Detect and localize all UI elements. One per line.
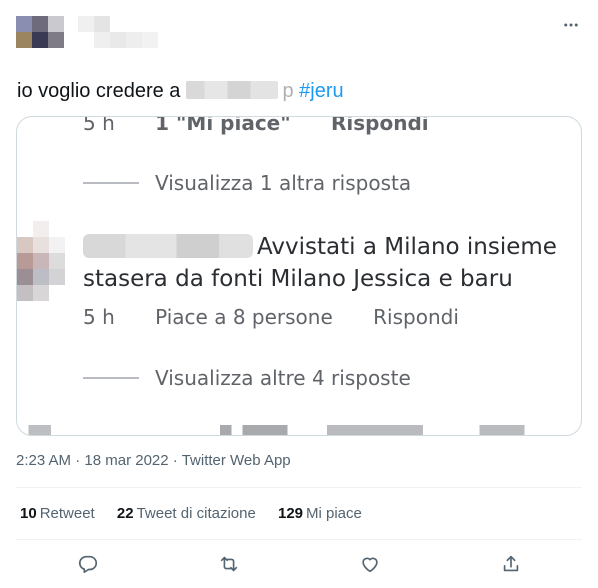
view-more-line-2	[83, 377, 139, 379]
reply-icon[interactable]	[76, 552, 100, 576]
cropped-text-fragment	[17, 425, 581, 435]
tweet-text: io voglio credere a p #jeru	[17, 78, 344, 104]
retweet-icon[interactable]	[217, 552, 241, 576]
tweet-text-start: io voglio credere a	[17, 80, 181, 102]
comment-avatar	[17, 221, 65, 301]
share-icon[interactable]	[499, 552, 523, 576]
media-top-reply: Rispondi	[331, 116, 429, 135]
tweet-text-end: p	[282, 80, 294, 102]
retweets-stat[interactable]: 10 Retweet	[20, 505, 95, 522]
author-name-redacted[interactable]	[78, 16, 162, 48]
tweet-timestamp: 2:23 AM · 18 mar 2022 · Twitter Web App	[16, 452, 291, 469]
media-top-likes: 1 "Mi piace"	[155, 116, 291, 135]
retweets-label: Retweet	[39, 505, 95, 522]
likes-label: Mi piace	[306, 505, 362, 522]
media-top-row: 5 h 1 "Mi piace" Rispondi	[83, 116, 463, 135]
timestamp-sep: ·	[75, 452, 81, 469]
comment-text: Avvistati a Milano insieme stasera da fo…	[83, 231, 557, 295]
heart-icon[interactable]	[358, 552, 382, 576]
retweets-count: 10	[20, 505, 37, 522]
quotes-label: Tweet di citazione	[136, 505, 256, 522]
hashtag-link[interactable]: #jeru	[299, 80, 343, 102]
more-horizontal-icon[interactable]	[560, 14, 582, 36]
comment-meta-row: 5 h Piace a 8 persone Rispondi	[83, 305, 493, 329]
quotes-count: 22	[116, 505, 134, 522]
likes-stat[interactable]: 129 Mi piace	[278, 505, 362, 522]
comment-meta-reply: Rispondi	[373, 305, 459, 329]
divider	[16, 539, 582, 540]
quotes-stat[interactable]: 22 Tweet di citazione	[117, 505, 256, 522]
avatar[interactable]	[16, 16, 64, 48]
media-image[interactable]: 5 h 1 "Mi piace" Rispondi Visualizza 1 a…	[16, 116, 582, 436]
tweet-source[interactable]: Twitter Web App	[182, 452, 291, 469]
divider	[16, 487, 582, 488]
timestamp-date[interactable]: 18 mar 2022	[84, 452, 168, 469]
comment-meta-likes: Piace a 8 persone	[155, 305, 333, 329]
view-more-replies-2: Visualizza altre 4 risposte	[155, 366, 411, 390]
comment-author-redacted	[83, 234, 253, 258]
timestamp-sep: ·	[172, 452, 178, 469]
view-more-replies-1: Visualizza 1 altra risposta	[155, 171, 412, 195]
comment-line-2: stasera da fonti Milano Jessica e baru	[83, 266, 513, 292]
comment-line-1: Avvistati a Milano insieme	[257, 234, 557, 260]
view-more-line	[83, 182, 139, 184]
likes-count: 129	[277, 505, 304, 522]
engagement-stats: 10 Retweet 22 Tweet di citazione 129 Mi pia…	[20, 505, 380, 522]
tweet: io voglio credere a p #jeru 5 h 1 "Mi pia…	[0, 0, 598, 588]
timestamp-time[interactable]: 2:23 AM	[16, 452, 71, 469]
tweet-actions	[0, 552, 598, 576]
media-top-time: 5 h	[83, 116, 115, 135]
redacted-mention	[186, 81, 279, 99]
comment-meta-time: 5 h	[83, 305, 115, 329]
